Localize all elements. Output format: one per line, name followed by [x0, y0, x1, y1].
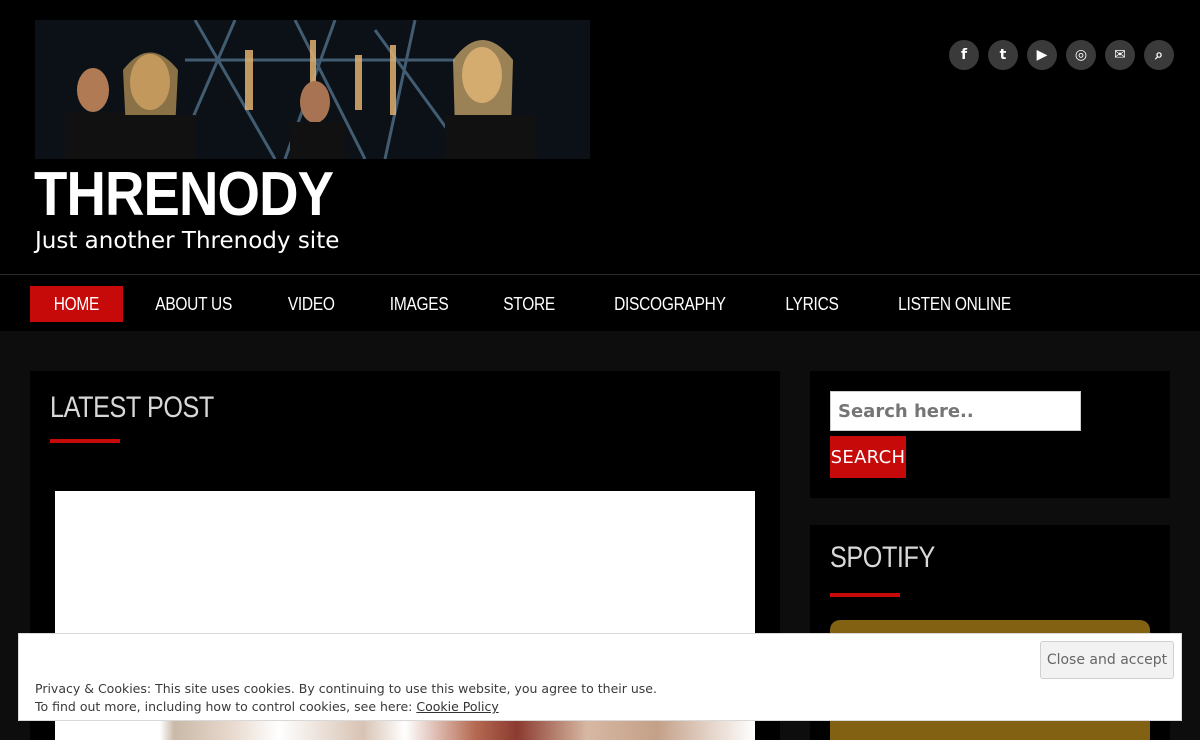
envelope-icon[interactable]: ✉ — [1105, 40, 1135, 70]
nav-item-label: LISTEN ONLINE — [897, 293, 1011, 314]
site-tagline: Just another Threnody site — [35, 228, 340, 254]
twitter-icon[interactable]: t — [988, 40, 1018, 70]
title-underline — [50, 439, 120, 443]
site-header: THRENODY Just another Threnody site f t … — [0, 0, 1200, 274]
site-title[interactable]: THRENODY — [34, 158, 334, 232]
nav-item-video[interactable]: VIDEO — [264, 286, 359, 322]
nav-item-label: HOME — [53, 293, 100, 314]
search-widget: SEARCH — [810, 371, 1170, 498]
search-button[interactable]: SEARCH — [830, 436, 906, 478]
cookie-line-2-prefix: To find out more, including how to contr… — [35, 699, 417, 714]
title-underline — [830, 593, 900, 597]
nav-item-label: DISCOGRAPHY — [614, 293, 726, 314]
cookie-banner: Close and accept Privacy & Cookies: This… — [18, 633, 1182, 721]
post-photo — [55, 721, 755, 740]
nav-item-lyrics[interactable]: LYRICS — [761, 286, 863, 322]
nav-item-listen-online[interactable]: LISTEN ONLINE — [869, 286, 1040, 322]
nav-item-label: IMAGES — [389, 293, 449, 314]
instagram-icon[interactable]: ◎ — [1066, 40, 1096, 70]
nav-item-discography[interactable]: DISCOGRAPHY — [585, 286, 755, 322]
youtube-icon[interactable]: ▶ — [1027, 40, 1057, 70]
cookie-notice-text: Privacy & Cookies: This site uses cookie… — [35, 680, 657, 716]
nav-item-images[interactable]: IMAGES — [365, 286, 473, 322]
nav-item-about-us[interactable]: ABOUT US — [129, 286, 258, 322]
facebook-icon[interactable]: f — [949, 40, 979, 70]
main-navigation: HOME ABOUT US VIDEO IMAGES STORE DISCOGR… — [0, 274, 1200, 331]
section-title: LATEST POST — [50, 391, 214, 424]
nav-item-store[interactable]: STORE — [479, 286, 579, 322]
search-input[interactable] — [830, 391, 1081, 431]
widget-title: SPOTIFY — [830, 541, 935, 574]
nav-item-label: VIDEO — [287, 293, 335, 314]
social-links: f t ▶ ◎ ✉ ⌕ — [949, 40, 1174, 70]
search-icon[interactable]: ⌕ — [1144, 40, 1174, 70]
close-and-accept-button[interactable]: Close and accept — [1040, 641, 1174, 679]
nav-item-label: STORE — [503, 293, 555, 314]
nav-item-label: ABOUT US — [155, 293, 232, 314]
cookie-line-1: Privacy & Cookies: This site uses cookie… — [35, 681, 657, 696]
cookie-policy-link[interactable]: Cookie Policy — [416, 699, 498, 714]
cookie-line-2: To find out more, including how to contr… — [35, 698, 657, 716]
nav-item-home[interactable]: HOME — [30, 286, 123, 322]
header-banner-image[interactable] — [35, 20, 590, 159]
nav-item-label: LYRICS — [785, 293, 839, 314]
